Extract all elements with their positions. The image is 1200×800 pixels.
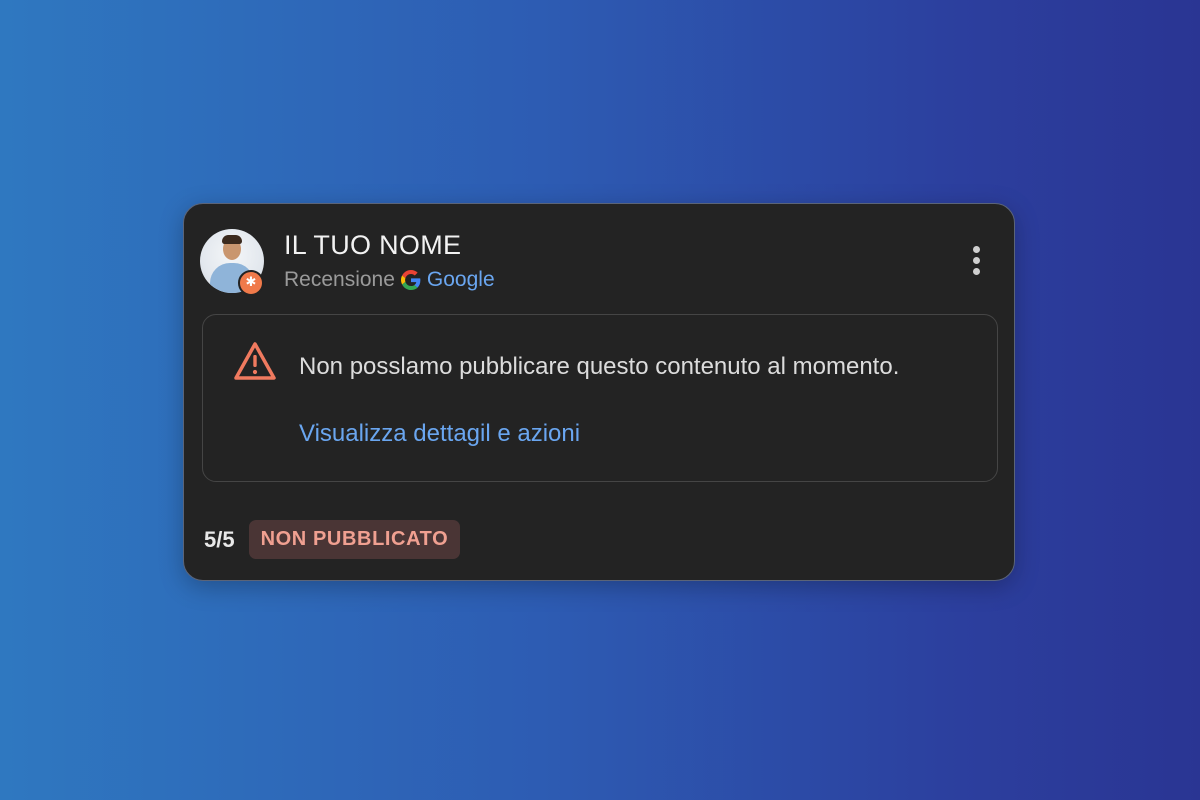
- review-subline: Recensione Google: [284, 268, 495, 292]
- review-card: ✱ IL TUO NOME Recensione Google Non poss…: [183, 203, 1015, 581]
- menu-dot: [972, 257, 980, 264]
- asterisk-badge-icon: ✱: [238, 270, 264, 296]
- publish-warning-box: Non posslamo pubblicare questo contenuto…: [202, 314, 998, 482]
- menu-dot: [972, 246, 980, 253]
- review-source-link[interactable]: Google: [427, 268, 495, 292]
- menu-dot: [972, 268, 980, 275]
- more-vertical-icon[interactable]: [970, 246, 982, 282]
- avatar-hair: [222, 235, 242, 244]
- review-type-label: Recensione: [284, 268, 395, 291]
- warning-triangle-icon: [234, 342, 276, 380]
- google-logo-icon: [400, 270, 421, 290]
- rating-value: 5/5: [204, 526, 235, 552]
- warning-message: Non posslamo pubblicare questo contenuto…: [299, 353, 900, 380]
- status-badge: NON PUBBLICATO: [248, 520, 461, 559]
- review-footer: 5/5 NON PUBBLICATO: [204, 520, 461, 559]
- view-details-link[interactable]: Visualizza dettagil e azioni: [299, 420, 580, 448]
- author-name: IL TUO NOME: [284, 230, 462, 260]
